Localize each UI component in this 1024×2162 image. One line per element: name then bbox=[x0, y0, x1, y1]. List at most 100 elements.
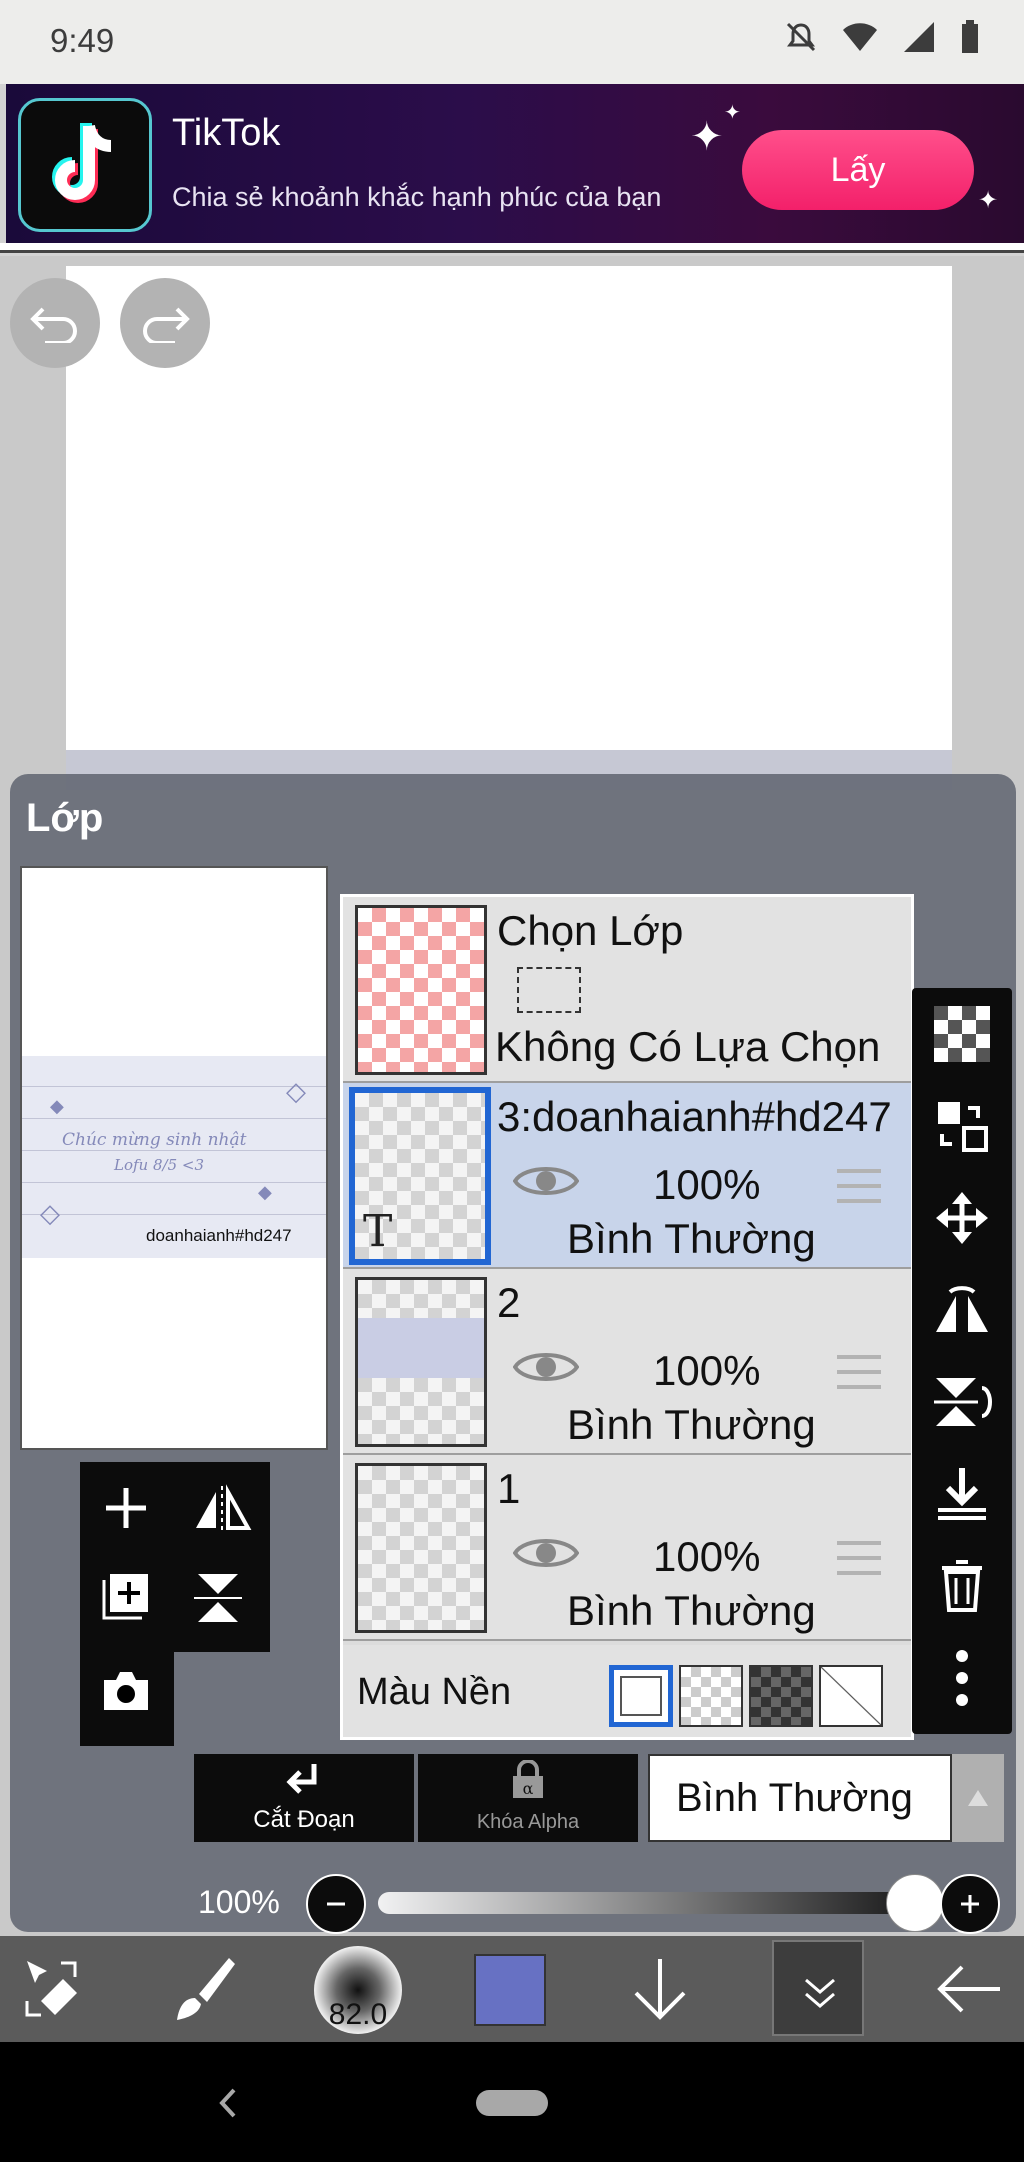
flip-vertical-button[interactable] bbox=[930, 1370, 994, 1434]
layer-name: 1 bbox=[497, 1465, 521, 1512]
brush-icon bbox=[177, 1958, 235, 2020]
ad-tagline: Chia sẻ khoảnh khắc hạnh phúc của bạn bbox=[172, 182, 662, 212]
clipping-icon bbox=[286, 1764, 317, 1794]
move-down-button[interactable] bbox=[622, 1936, 698, 2042]
diamond-doodle: ◇ bbox=[286, 1076, 306, 1106]
layer-row[interactable]: 1 100% Bình Thường bbox=[343, 1455, 911, 1641]
arrow-left-icon bbox=[937, 1965, 1000, 2013]
layer-opacity: 100% bbox=[653, 1161, 761, 1208]
selection-layer-row[interactable]: Chọn Lớp Không Có Lựa Chọn bbox=[343, 897, 911, 1083]
layer-thumbnail bbox=[355, 1463, 487, 1633]
checker-button[interactable] bbox=[930, 1002, 994, 1066]
alpha-lock-label: Khóa Alpha bbox=[476, 1811, 580, 1833]
transform-tool-button[interactable] bbox=[18, 1936, 94, 2042]
more-button[interactable] bbox=[930, 1646, 994, 1710]
layer-thumbnail bbox=[355, 1277, 487, 1447]
clipping-button[interactable]: Cắt Đoạn bbox=[194, 1754, 414, 1842]
layer-actions bbox=[80, 1462, 270, 1746]
visibility-eye-icon[interactable] bbox=[512, 1161, 580, 1206]
layer-row[interactable]: 2 100% Bình Thường bbox=[343, 1269, 911, 1455]
layer-blend-mode: Bình Thường bbox=[567, 1215, 816, 1262]
diamond-doodle: ◇ bbox=[40, 1198, 60, 1228]
bottom-toolbar: 82.0 bbox=[0, 1936, 1024, 2042]
flip-vertical-icon bbox=[194, 1574, 242, 1622]
brush-size-button[interactable]: 82.0 bbox=[314, 1946, 402, 2034]
minus-icon bbox=[327, 1902, 345, 1906]
selection-thumbnail bbox=[355, 905, 487, 1075]
blend-mode-dropdown-button[interactable] bbox=[952, 1754, 1004, 1842]
brush-tool-button[interactable] bbox=[166, 1936, 242, 2042]
ad-title: TikTok bbox=[172, 112, 281, 154]
flip-horizontal-icon bbox=[196, 1484, 252, 1532]
diamond-doodle: ◆ bbox=[50, 1096, 64, 1116]
bg-none-swatch[interactable] bbox=[819, 1665, 883, 1727]
flip-horizontal-button[interactable] bbox=[930, 1278, 994, 1342]
layer-thumbnail: T bbox=[349, 1087, 491, 1265]
alpha-lock-button[interactable]: α Khóa Alpha bbox=[418, 1754, 638, 1842]
bg-white-swatch[interactable] bbox=[609, 1665, 673, 1727]
drag-handle-icon[interactable] bbox=[837, 1355, 881, 1400]
text-layer-icon: T bbox=[363, 1206, 393, 1257]
undo-icon bbox=[30, 307, 77, 343]
redo-button[interactable] bbox=[120, 278, 210, 368]
move-icon bbox=[936, 1192, 988, 1244]
layer-name: 2 bbox=[497, 1279, 521, 1326]
flip-horizontal-button[interactable] bbox=[192, 1482, 252, 1539]
nav-back-button[interactable] bbox=[214, 2086, 244, 2125]
preview-script: Lofu 8/5 <3 bbox=[114, 1156, 204, 1174]
back-button[interactable] bbox=[930, 1936, 1006, 2042]
visibility-eye-icon[interactable] bbox=[512, 1347, 580, 1392]
preview-caption: doanhaianh#hd247 bbox=[146, 1226, 292, 1245]
layer-row[interactable]: T 3:doanhaianh#hd247 100% Bình Thường bbox=[343, 1083, 911, 1269]
duplicate-layer-button[interactable] bbox=[100, 1570, 152, 1627]
wifi-icon bbox=[843, 23, 877, 51]
add-layer-button[interactable] bbox=[100, 1482, 152, 1539]
drag-handle-icon[interactable] bbox=[837, 1541, 881, 1586]
layer-name: 3:doanhaianh#hd247 bbox=[497, 1093, 892, 1140]
trash-icon bbox=[942, 1560, 982, 1612]
selection-marquee-icon bbox=[517, 967, 581, 1013]
status-bar: 9:49 bbox=[0, 0, 1024, 84]
move-button[interactable] bbox=[930, 1186, 994, 1250]
battery-icon bbox=[962, 20, 978, 53]
plus-icon bbox=[106, 1488, 146, 1528]
layer-side-toolbar bbox=[912, 988, 1012, 1734]
ad-get-button[interactable]: Lấy bbox=[742, 130, 974, 210]
mute-icon bbox=[786, 22, 816, 52]
move-layer-selection-button[interactable] bbox=[930, 1094, 994, 1158]
layer-panel-toggle-button[interactable] bbox=[772, 1940, 864, 2036]
camera-button[interactable] bbox=[100, 1668, 152, 1717]
preview-image: ◆ ◇ ◆ ◇ Chúc mừng sinh nhật Lofu 8/5 <3 … bbox=[22, 1056, 326, 1258]
ad-banner[interactable]: TikTok Chia sẻ khoảnh khắc hạnh phúc của… bbox=[6, 84, 1024, 243]
lock-icon: α bbox=[513, 1759, 543, 1798]
opacity-slider[interactable] bbox=[378, 1892, 918, 1914]
blend-mode-select[interactable]: Bình Thường bbox=[648, 1754, 952, 1842]
opacity-value: 100% bbox=[198, 1884, 280, 1920]
background-color-row: Màu Nền bbox=[343, 1645, 911, 1737]
redo-icon bbox=[143, 307, 190, 343]
status-time: 9:49 bbox=[50, 22, 115, 59]
nav-home-button[interactable] bbox=[476, 2090, 548, 2116]
undo-button[interactable] bbox=[10, 278, 100, 368]
opacity-increase-button[interactable] bbox=[940, 1874, 1000, 1934]
system-nav-bar bbox=[0, 2042, 1024, 2162]
merge-down-button[interactable] bbox=[930, 1462, 994, 1526]
status-icons bbox=[784, 20, 980, 54]
drag-handle-icon[interactable] bbox=[837, 1169, 881, 1214]
diamond-doodle: ◆ bbox=[258, 1182, 272, 1202]
bg-transparent-swatch[interactable] bbox=[679, 1665, 743, 1727]
arrow-down-icon bbox=[634, 1959, 686, 2020]
flip-vertical-button[interactable] bbox=[192, 1570, 252, 1631]
layer-opacity: 100% bbox=[653, 1347, 761, 1394]
opacity-decrease-button[interactable] bbox=[306, 1874, 366, 1934]
visibility-eye-icon[interactable] bbox=[512, 1533, 580, 1578]
layer-blend-mode: Bình Thường bbox=[567, 1401, 816, 1448]
delete-layer-button[interactable] bbox=[930, 1554, 994, 1618]
plus-icon bbox=[961, 1895, 979, 1913]
sparkle-icon: ✦ bbox=[724, 102, 741, 124]
bg-dark-swatch[interactable] bbox=[749, 1665, 813, 1727]
preview-script: Chúc mừng sinh nhật bbox=[62, 1130, 247, 1150]
color-button[interactable] bbox=[474, 1954, 546, 2026]
opacity-slider-knob[interactable] bbox=[886, 1874, 944, 1932]
ad-divider bbox=[0, 243, 1024, 253]
